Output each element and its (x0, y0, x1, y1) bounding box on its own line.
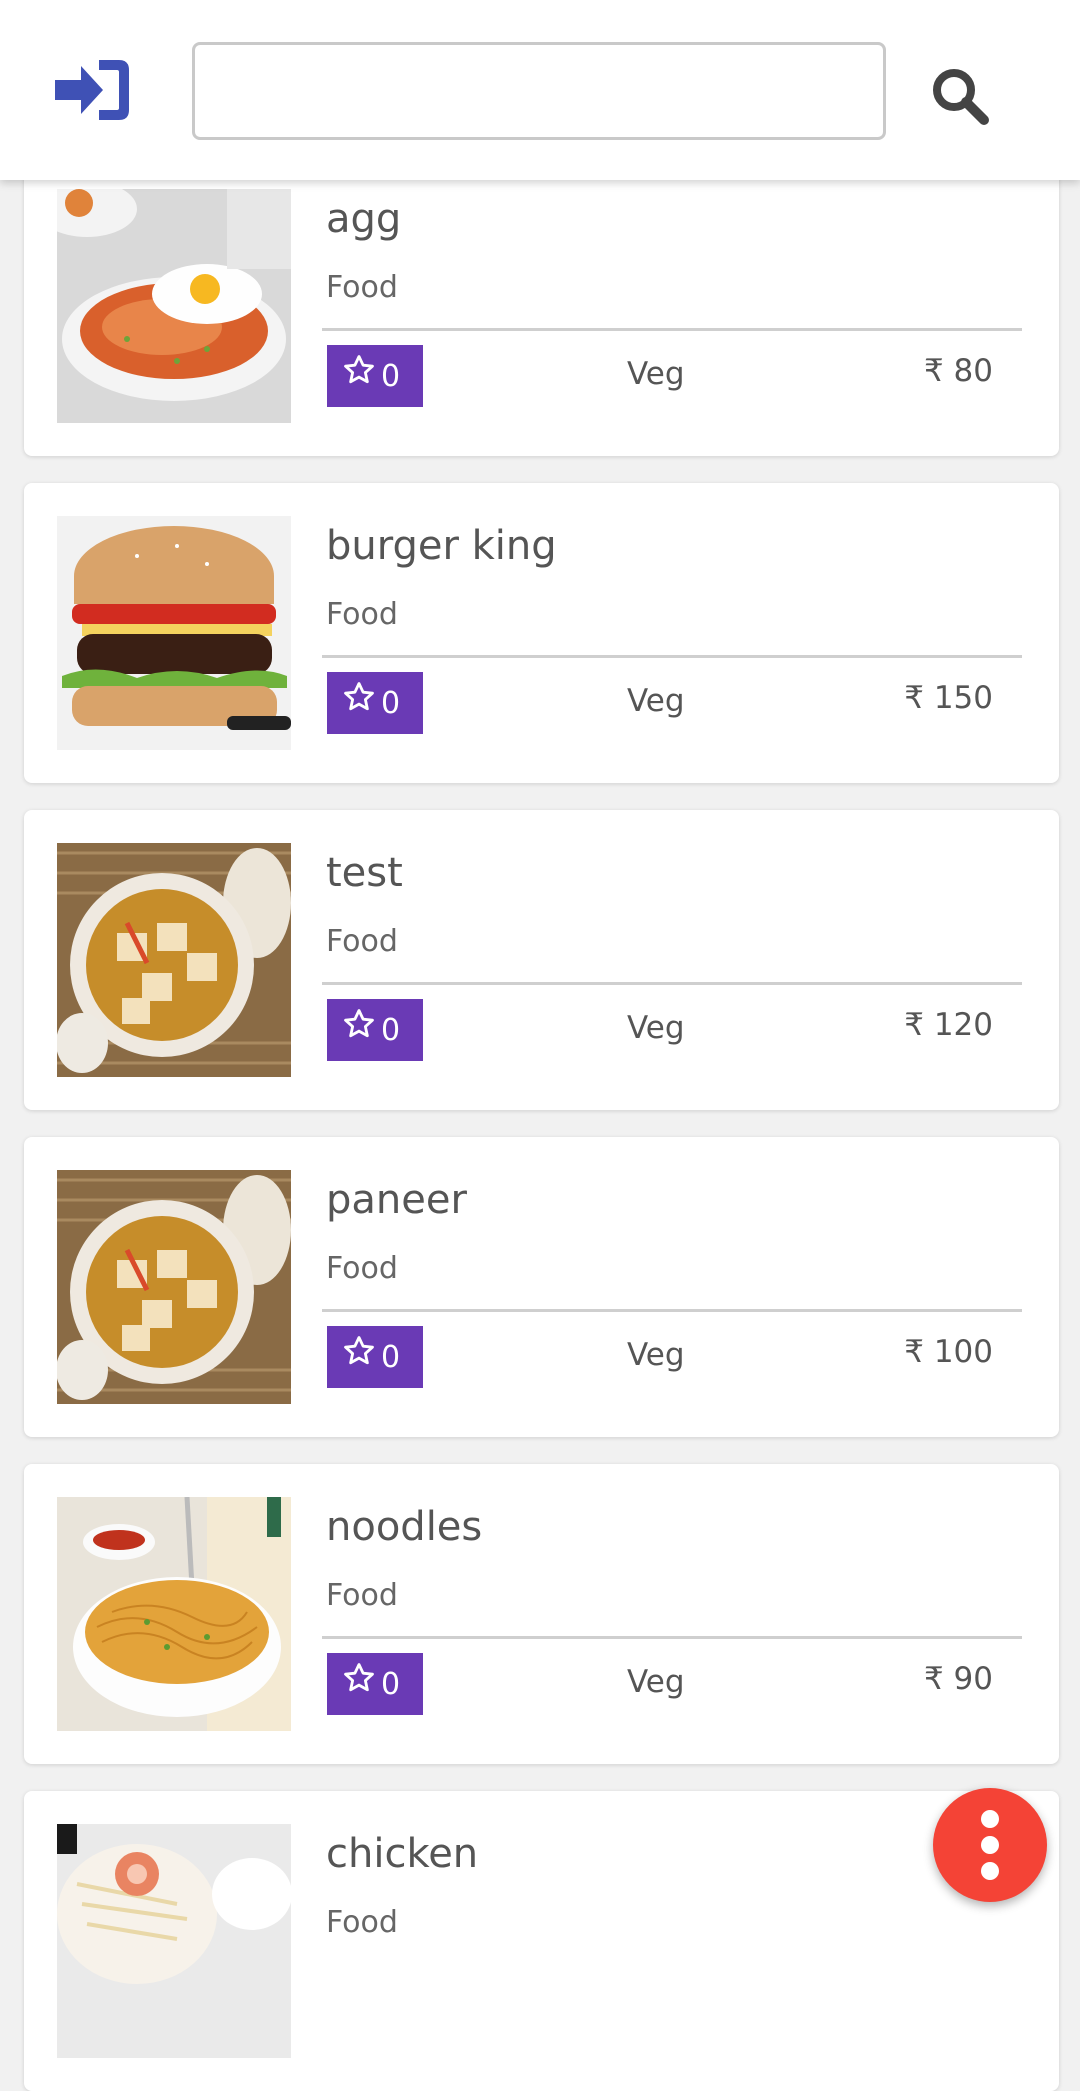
food-card[interactable]: agg Food 0 Veg ₹ 80 (24, 156, 1059, 456)
star-icon (344, 1336, 374, 1365)
item-price: ₹ 100 (904, 1334, 993, 1370)
star-icon (344, 682, 374, 711)
item-type: Veg (627, 1010, 685, 1046)
more-options-button[interactable] (933, 1788, 1047, 1902)
rating-badge[interactable]: 0 (327, 999, 423, 1061)
top-bar (0, 0, 1080, 180)
item-price: ₹ 150 (904, 680, 993, 716)
search-input[interactable] (192, 42, 886, 140)
item-category: Food (326, 1251, 398, 1286)
item-type: Veg (627, 683, 685, 719)
item-price: ₹ 90 (923, 1661, 993, 1697)
item-type: Veg (627, 1337, 685, 1373)
food-image (57, 189, 291, 423)
food-image (57, 1170, 291, 1404)
rating-value: 0 (381, 1667, 401, 1702)
item-name: paneer (326, 1177, 467, 1223)
food-image (57, 1824, 291, 2058)
rating-value: 0 (381, 1340, 401, 1375)
item-type: Veg (627, 356, 685, 392)
food-card[interactable]: test Food 0 Veg ₹ 120 (24, 810, 1059, 1110)
rating-value: 0 (381, 686, 401, 721)
item-category: Food (326, 1578, 398, 1613)
star-icon (344, 1009, 374, 1038)
item-category: Food (326, 1905, 398, 1940)
item-category: Food (326, 597, 398, 632)
food-card[interactable]: burger king Food 0 Veg ₹ 150 (24, 483, 1059, 783)
rating-value: 0 (381, 359, 401, 394)
divider (322, 1309, 1022, 1312)
star-icon (344, 1663, 374, 1692)
item-name: chicken (326, 1831, 479, 1877)
item-name: test (326, 850, 403, 896)
food-image (57, 516, 291, 750)
rating-badge[interactable]: 0 (327, 1326, 423, 1388)
item-price: ₹ 120 (904, 1007, 993, 1043)
divider (322, 655, 1022, 658)
sign-in-icon[interactable] (55, 58, 131, 122)
rating-value: 0 (381, 1013, 401, 1048)
rating-badge[interactable]: 0 (327, 672, 423, 734)
search-icon[interactable] (930, 66, 990, 126)
food-image (57, 843, 291, 1077)
food-card[interactable]: paneer Food 0 Veg ₹ 100 (24, 1137, 1059, 1437)
star-icon (344, 355, 374, 384)
item-type: Veg (627, 1664, 685, 1700)
food-card[interactable]: noodles Food 0 Veg ₹ 90 (24, 1464, 1059, 1764)
food-image (57, 1497, 291, 1731)
divider (322, 982, 1022, 985)
item-price: ₹ 80 (923, 353, 993, 389)
item-category: Food (326, 924, 398, 959)
rating-badge[interactable]: 0 (327, 345, 423, 407)
divider (322, 1636, 1022, 1639)
item-category: Food (326, 270, 398, 305)
rating-badge[interactable]: 0 (327, 1653, 423, 1715)
divider (322, 328, 1022, 331)
item-name: noodles (326, 1504, 483, 1550)
food-card[interactable]: chicken Food (24, 1791, 1059, 2091)
item-name: burger king (326, 523, 557, 569)
item-name: agg (326, 196, 402, 242)
